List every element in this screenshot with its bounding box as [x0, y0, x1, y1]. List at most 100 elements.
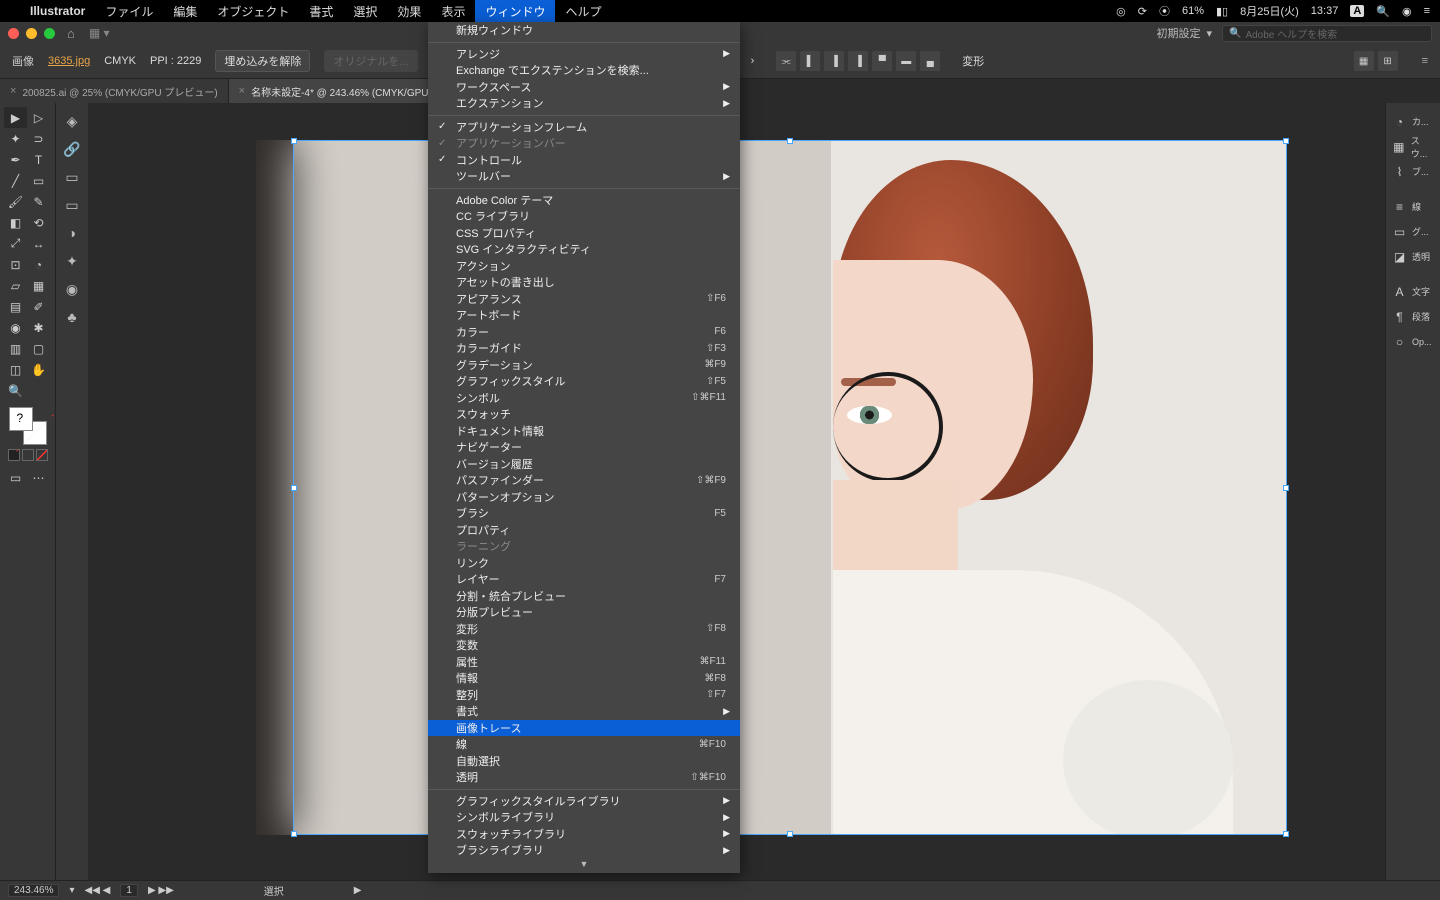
mesh-tool[interactable]: ▦ — [27, 275, 50, 296]
mi-26[interactable]: 変形⇧F8 — [428, 621, 740, 638]
menu-view[interactable]: 表示 — [431, 0, 475, 22]
mi-new-window[interactable]: 新規ウィンドウ — [428, 22, 740, 39]
width-tool[interactable]: ↔ — [27, 233, 50, 254]
time[interactable]: 13:37 — [1311, 5, 1339, 17]
artboard-nav-next[interactable]: ▶ ▶▶ — [148, 885, 174, 896]
flyout-icon[interactable]: ≡ — [1422, 55, 1428, 67]
hand-tool[interactable]: ✋ — [27, 359, 50, 380]
mi-2[interactable]: CSS プロパティ — [428, 225, 740, 242]
help-search[interactable]: 🔍 Adobe ヘルプを検索 — [1222, 25, 1432, 42]
mi-6[interactable]: アピアランス⇧F6 — [428, 291, 740, 308]
mi-12[interactable]: シンボル⇧⌘F11 — [428, 390, 740, 407]
color-panel[interactable]: ◔カ... — [1386, 109, 1440, 134]
menu-edit[interactable]: 編集 — [163, 0, 207, 22]
menu-scroll-down-icon[interactable]: ▼ — [428, 859, 740, 869]
chevron-down-icon[interactable]: ▾ — [1206, 27, 1212, 40]
mi-19[interactable]: ブラシF5 — [428, 505, 740, 522]
spotlight-icon[interactable]: 🔍 — [1376, 5, 1390, 18]
transform-link[interactable]: 変形 — [962, 53, 984, 69]
blend-tool[interactable]: ◉ — [4, 317, 27, 338]
mi-lib-0[interactable]: グラフィックスタイルライブラリ▶ — [428, 793, 740, 810]
window-controls[interactable] — [8, 28, 55, 39]
line-tool[interactable]: ╱ — [4, 170, 27, 191]
home-icon[interactable]: ⌂ — [67, 26, 75, 41]
mi-22[interactable]: リンク — [428, 555, 740, 572]
menu-effect[interactable]: 効果 — [387, 0, 431, 22]
mi-14[interactable]: ドキュメント情報 — [428, 423, 740, 440]
mi-1[interactable]: CC ライブラリ — [428, 208, 740, 225]
layers-icon[interactable]: ◈ — [56, 107, 88, 135]
mi-0[interactable]: Adobe Color テーマ — [428, 192, 740, 209]
date[interactable]: 8月25日(火) — [1240, 3, 1299, 19]
asset-export-icon[interactable]: ▭ — [56, 191, 88, 219]
swatches-panel[interactable]: ▦スウ... — [1386, 134, 1440, 159]
wifi-icon[interactable]: ⦿ — [1159, 3, 1170, 19]
opentype-panel[interactable]: ○Op... — [1386, 329, 1440, 354]
mi-app-frame[interactable]: ✓アプリケーションフレーム — [428, 119, 740, 136]
align-top-icon[interactable]: ▀ — [872, 51, 892, 71]
align-bottom-icon[interactable]: ▄ — [920, 51, 940, 71]
mi-8[interactable]: カラーF6 — [428, 324, 740, 341]
eraser-tool[interactable]: ◧ — [4, 212, 27, 233]
mi-31[interactable]: 書式▶ — [428, 703, 740, 720]
mi-control[interactable]: ✓コントロール — [428, 152, 740, 169]
mi-exchange[interactable]: Exchange でエクステンションを検索... — [428, 62, 740, 79]
type-tool[interactable]: T — [27, 149, 50, 170]
arrange-docs-icon[interactable]: ▦ ▾ — [89, 26, 110, 40]
mi-arrange[interactable]: アレンジ▶ — [428, 46, 740, 63]
mi-3[interactable]: SVG インタラクティビティ — [428, 241, 740, 258]
mi-28[interactable]: 属性⌘F11 — [428, 654, 740, 671]
edit-toolbar[interactable]: ⋯ — [27, 467, 50, 488]
rotate-tool[interactable]: ⟲ — [27, 212, 50, 233]
mi-13[interactable]: スウォッチ — [428, 406, 740, 423]
mi-35[interactable]: 透明⇧⌘F10 — [428, 769, 740, 786]
mi-25[interactable]: 分版プレビュー — [428, 604, 740, 621]
appearance-icon[interactable]: ◑ — [56, 219, 88, 247]
artboard-tool[interactable]: ▢ — [27, 338, 50, 359]
align-left-icon[interactable]: ▌ — [800, 51, 820, 71]
direct-selection-tool[interactable]: ▷ — [27, 107, 50, 128]
slice-tool[interactable]: ◫ — [4, 359, 27, 380]
pen-tool[interactable]: ✒ — [4, 149, 27, 170]
mi-18[interactable]: パターンオプション — [428, 489, 740, 506]
mi-10[interactable]: グラデーション⌘F9 — [428, 357, 740, 374]
rectangle-tool[interactable]: ▭ — [27, 170, 50, 191]
mi-toolbar[interactable]: ツールバー▶ — [428, 168, 740, 185]
mi-29[interactable]: 情報⌘F8 — [428, 670, 740, 687]
panel-toggle-2-icon[interactable]: ⊞ — [1378, 51, 1398, 71]
menu-icon[interactable]: ≡ — [1424, 5, 1430, 17]
close-icon[interactable]: × — [239, 85, 245, 97]
shape-builder-tool[interactable]: ◔ — [27, 254, 50, 275]
character-panel[interactable]: A文字 — [1386, 279, 1440, 304]
mi-9[interactable]: カラーガイド⇧F3 — [428, 340, 740, 357]
panel-toggle-1-icon[interactable]: ▦ — [1354, 51, 1374, 71]
menu-file[interactable]: ファイル — [95, 0, 163, 22]
sync-icon[interactable]: ⟳ — [1138, 5, 1147, 18]
brushes-panel[interactable]: ⌇ブ... — [1386, 159, 1440, 184]
mi-7[interactable]: アートボード — [428, 307, 740, 324]
menu-window[interactable]: ウィンドウ — [475, 0, 555, 22]
mi-24[interactable]: 分割・統合プレビュー — [428, 588, 740, 605]
opacity-stepper[interactable]: › — [751, 55, 755, 67]
fill-stroke-swatch[interactable] — [9, 407, 47, 445]
stroke-panel[interactable]: ≡線 — [1386, 194, 1440, 219]
selection-tool[interactable]: ▶ — [4, 107, 27, 128]
align-link-icon[interactable]: ⫘ — [776, 51, 796, 71]
mi-extensions[interactable]: エクステンション▶ — [428, 95, 740, 112]
mi-lib-3[interactable]: ブラシライブラリ▶ — [428, 842, 740, 859]
tab-1[interactable]: ×名称未設定-4* @ 243.46% (CMYK/GPU プ... — [229, 79, 461, 103]
close-icon[interactable]: × — [10, 85, 16, 97]
links-icon[interactable]: 🔗 — [56, 135, 88, 163]
actions-icon[interactable]: ◉ — [56, 275, 88, 303]
mi-16[interactable]: バージョン履歴 — [428, 456, 740, 473]
mi-15[interactable]: ナビゲーター — [428, 439, 740, 456]
transparency-panel[interactable]: ◪透明 — [1386, 244, 1440, 269]
graphic-styles-icon[interactable]: ✦ — [56, 247, 88, 275]
lasso-tool[interactable]: ⊃ — [27, 128, 50, 149]
mi-workspace[interactable]: ワークスペース▶ — [428, 79, 740, 96]
siri-icon[interactable]: ◉ — [1402, 5, 1412, 18]
color-modes[interactable] — [8, 449, 48, 461]
mi-lib-2[interactable]: スウォッチライブラリ▶ — [428, 826, 740, 843]
mi-17[interactable]: パスファインダー⇧⌘F9 — [428, 472, 740, 489]
zoom-tool[interactable]: 🔍 — [4, 380, 27, 401]
